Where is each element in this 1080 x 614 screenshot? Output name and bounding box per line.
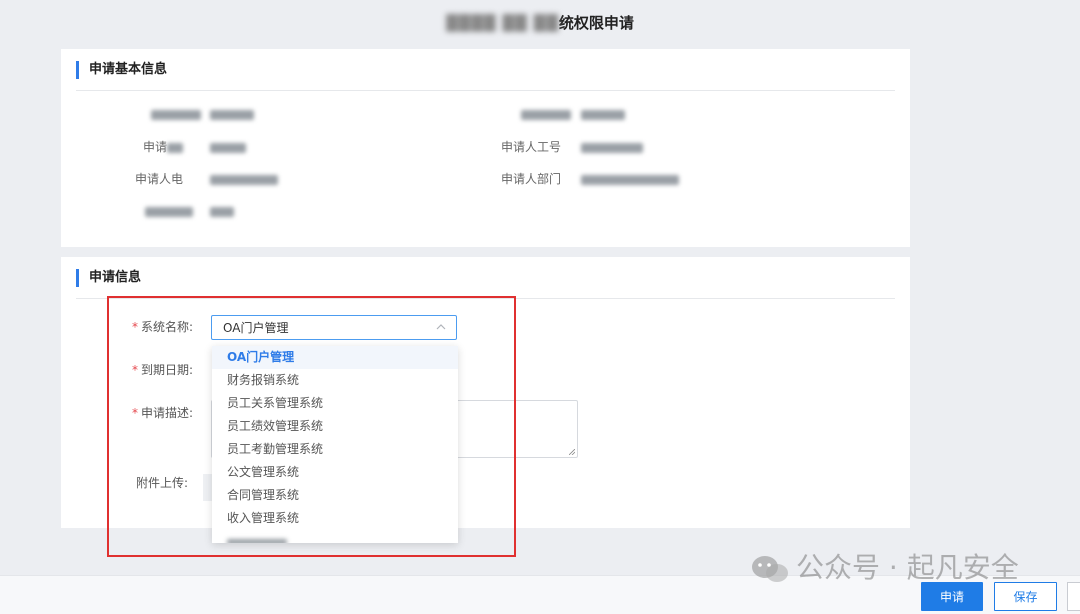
section-divider — [76, 90, 895, 91]
save-button[interactable]: 保存 — [994, 582, 1057, 611]
page-title-redacted: ████ ██ ██ — [446, 14, 559, 32]
system-name-select[interactable]: OA门户管理 — [211, 315, 457, 340]
application-section-title: 申请信息 — [76, 269, 141, 287]
info-label — [83, 203, 193, 219]
dropdown-option[interactable]: 员工绩效管理系统 — [212, 415, 458, 438]
department-value — [581, 171, 679, 187]
section-divider — [76, 298, 895, 299]
employee-id-value — [581, 139, 643, 155]
phone-value — [210, 171, 278, 187]
dropdown-option[interactable]: 员工考勤管理系统 — [212, 438, 458, 461]
resize-grip-icon[interactable] — [569, 449, 575, 455]
basic-info-section-title: 申请基本信息 — [76, 61, 167, 79]
basic-info-card: 申请基本信息 申请 申请人工号 申请人电 申请人部门 — [61, 49, 910, 247]
info-value — [210, 203, 234, 219]
application-card: 申请信息 — [61, 257, 910, 528]
dropdown-option[interactable]: OA门户管理 — [212, 346, 458, 369]
info-value — [210, 106, 254, 122]
dropdown-option-partial[interactable] — [212, 530, 458, 543]
submit-button[interactable]: 申请 — [921, 582, 983, 611]
info-label — [91, 106, 201, 122]
dropdown-option[interactable]: 财务报销系统 — [212, 369, 458, 392]
employee-id-label: 申请人工号 — [500, 140, 561, 154]
system-dropdown: OA门户管理 财务报销系统 员工关系管理系统 员工绩效管理系统 员工考勤管理系统… — [212, 346, 458, 543]
watermark-text: 公众号 · 起凡安全 — [796, 551, 1019, 584]
attachment-label: 附件上传: — [135, 476, 188, 490]
info-value — [581, 106, 625, 122]
dropdown-option[interactable]: 合同管理系统 — [212, 484, 458, 507]
info-label — [461, 106, 571, 122]
chevron-up-icon — [436, 324, 446, 330]
wechat-icon — [752, 556, 788, 582]
due-date-label: * 到期日期: — [131, 363, 193, 377]
dropdown-option[interactable]: 收入管理系统 — [212, 507, 458, 530]
phone-label: 申请人电 — [134, 172, 183, 186]
dropdown-option[interactable]: 员工关系管理系统 — [212, 392, 458, 415]
dropdown-option[interactable]: 公文管理系统 — [212, 461, 458, 484]
page-title: ████ ██ ██统权限申请 — [0, 12, 1080, 34]
watermark: 公众号 · 起凡安全 — [750, 550, 1019, 586]
description-label: * 申请描述: — [131, 406, 193, 420]
applicant-value — [210, 139, 246, 155]
system-name-label: * 系统名称: — [131, 320, 193, 334]
applicant-label: 申请 — [73, 139, 183, 155]
page-title-text: 统权限申请 — [558, 14, 634, 32]
department-label: 申请人部门 — [500, 172, 561, 186]
system-name-value: OA门户管理 — [223, 321, 289, 335]
more-button[interactable] — [1067, 582, 1080, 611]
